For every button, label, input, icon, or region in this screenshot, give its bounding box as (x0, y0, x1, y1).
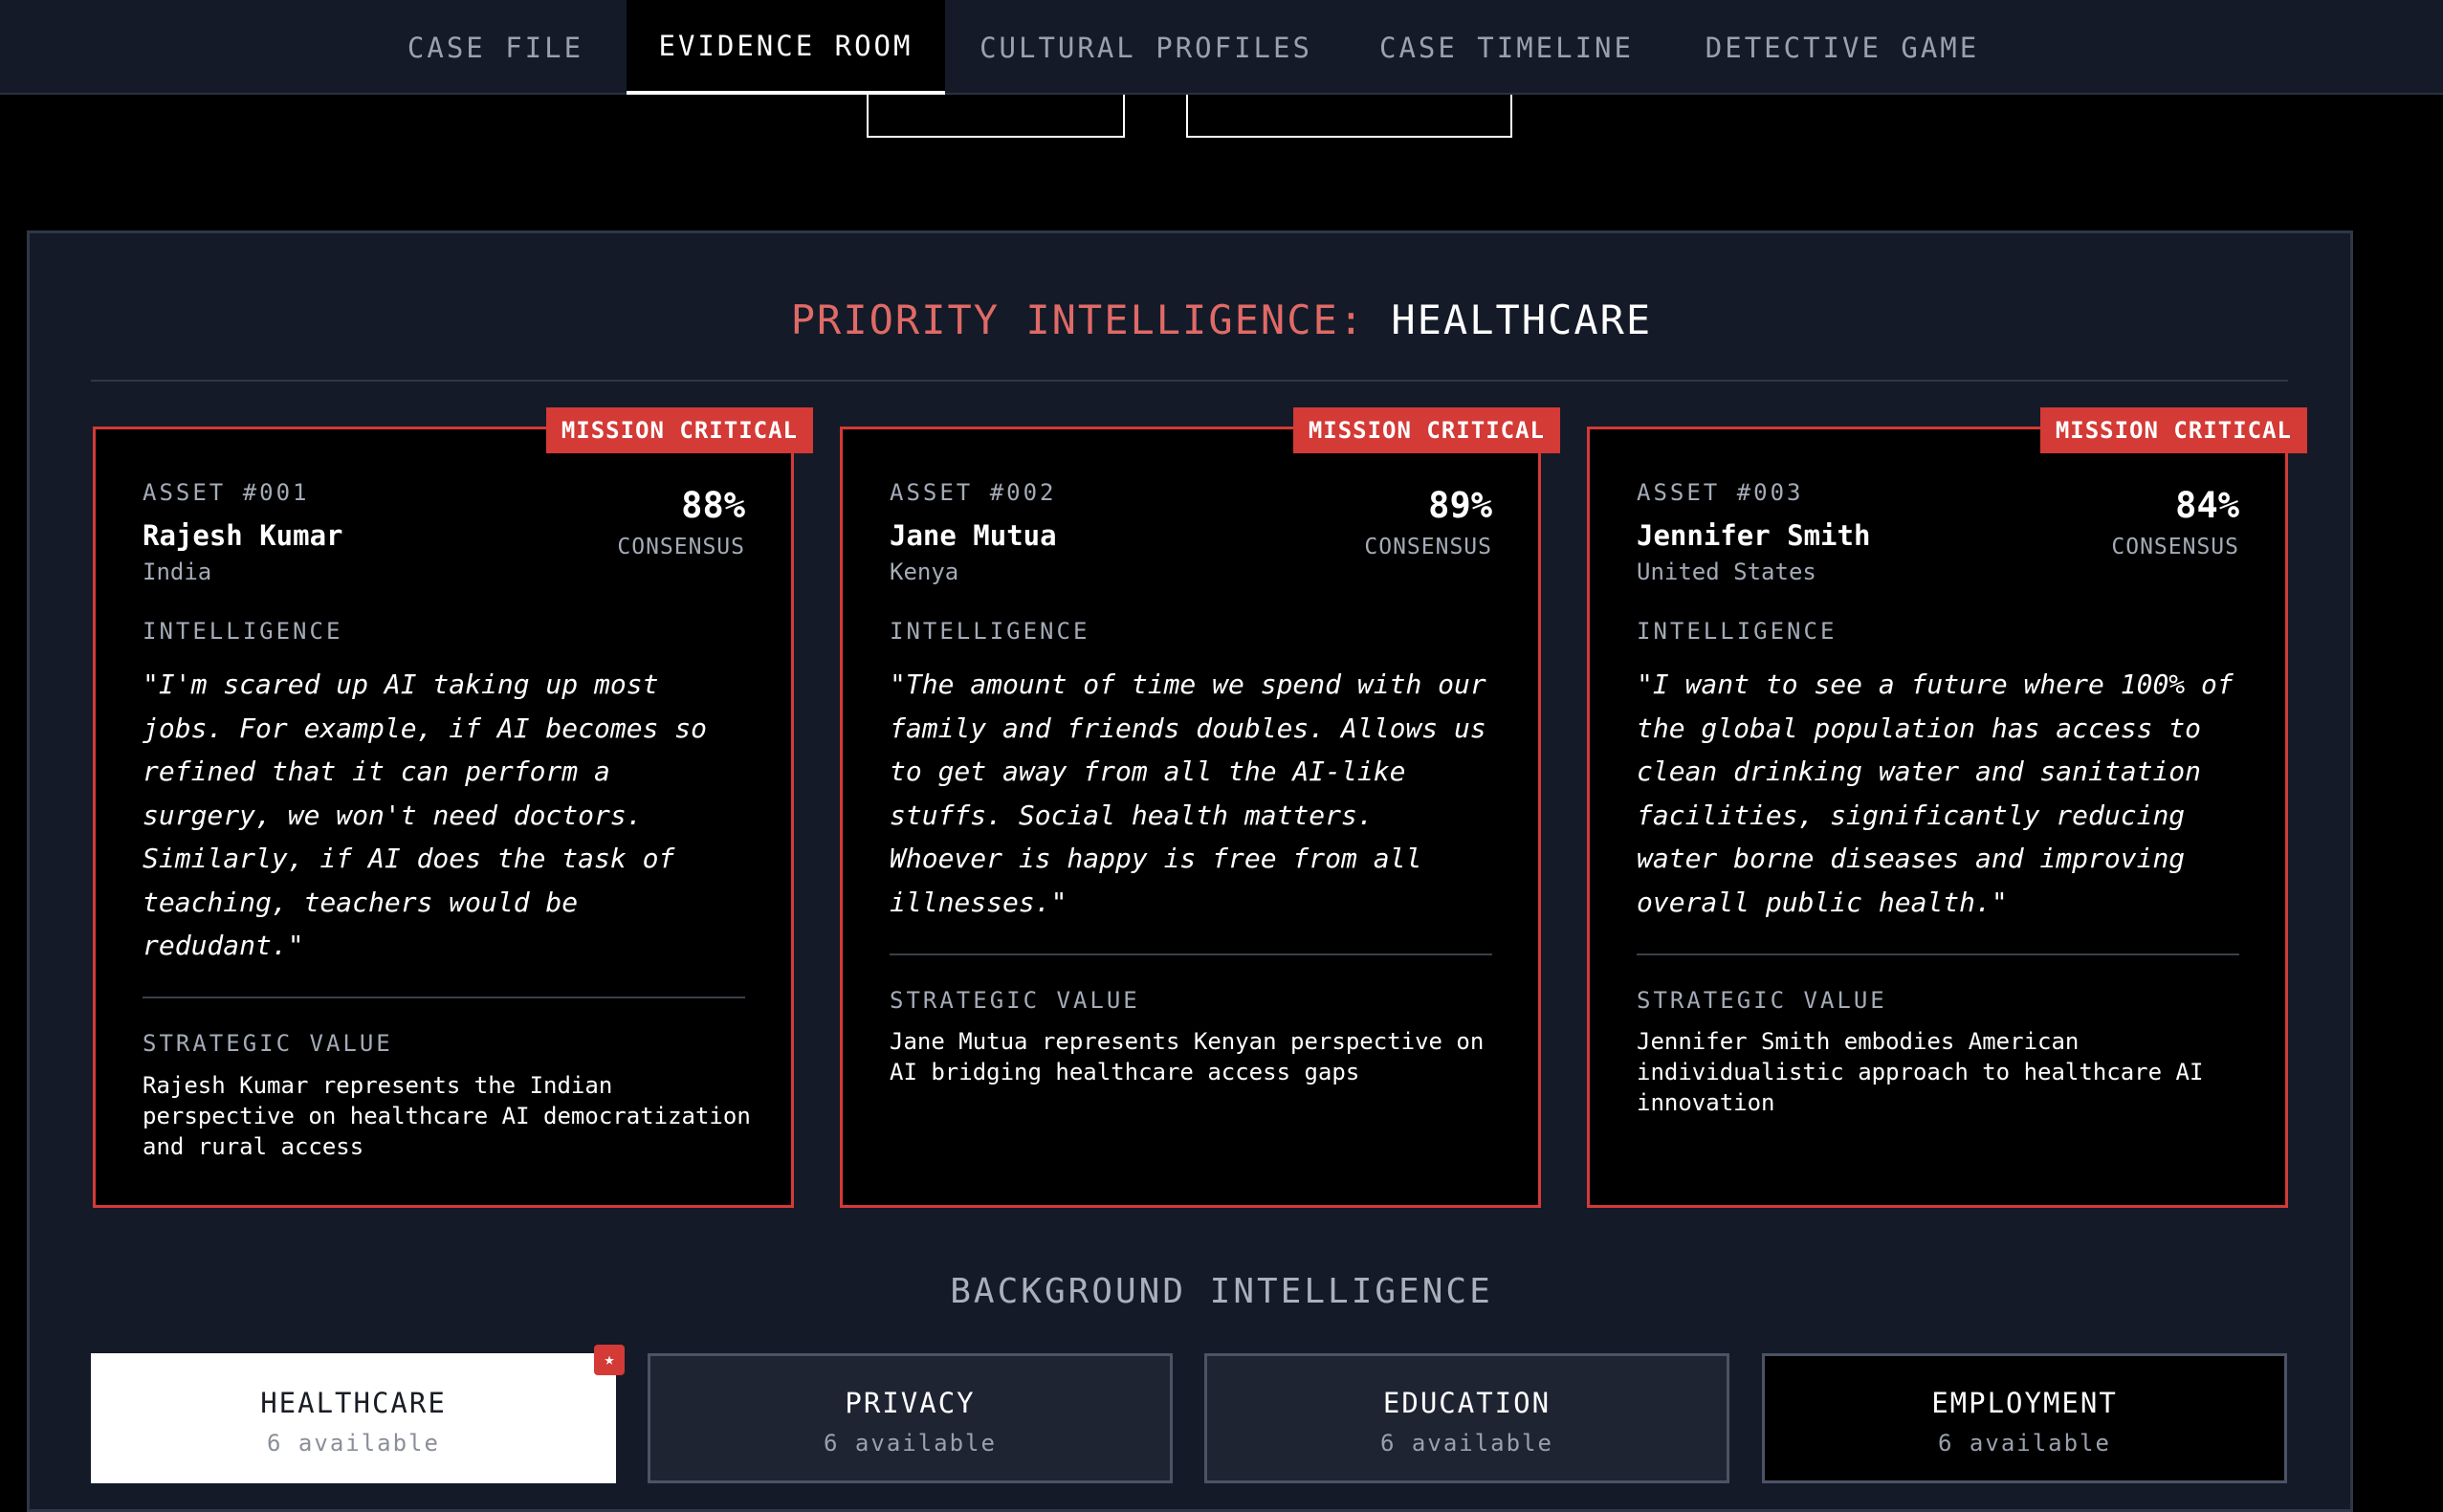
strategic-value-text: Jennifer Smith embodies American individ… (1637, 1028, 2204, 1116)
card-divider (890, 953, 1492, 955)
card-divider (1637, 953, 2239, 955)
asset-id: ASSET #002 (890, 479, 1057, 506)
intelligence-label: INTELLIGENCE (1637, 618, 1838, 645)
asset-country: United States (1637, 559, 1816, 585)
category-name: PRIVACY (845, 1387, 976, 1419)
consensus-percent: 84% (2175, 485, 2239, 526)
intelligence-quote: "I want to see a future where 100% of th… (1637, 668, 2234, 918)
category-privacy-button[interactable]: PRIVACY 6 available (648, 1353, 1173, 1483)
asset-country: Kenya (890, 559, 959, 585)
mission-critical-badge: MISSION CRITICAL (545, 407, 813, 453)
category-healthcare-button[interactable]: HEALTHCARE 6 available ★ (91, 1345, 625, 1483)
category-count: 6 available (267, 1430, 440, 1457)
strategic-value-label: STRATEGIC VALUE (890, 987, 1140, 1014)
strategic-value-text: Rajesh Kumar represents the Indian persp… (143, 1072, 751, 1160)
asset-id: ASSET #001 (143, 479, 310, 506)
background-intelligence-title: BACKGROUND INTELLIGENCE (950, 1272, 1493, 1311)
tab-case-timeline[interactable]: CASE TIMELINE (1371, 0, 1642, 95)
intelligence-label: INTELLIGENCE (143, 618, 343, 645)
tab-cultural-profiles[interactable]: CULTURAL PROFILES (979, 0, 1312, 95)
tab-evidence-room[interactable]: EVIDENCE ROOM (627, 0, 945, 95)
asset-card: MISSION CRITICAL ASSET #001 Rajesh Kumar… (93, 407, 813, 1208)
asset-id: ASSET #003 (1637, 479, 1804, 506)
category-employment-button[interactable]: EMPLOYMENT 6 available (1762, 1353, 2287, 1483)
asset-card: MISSION CRITICAL ASSET #002 Jane Mutua K… (840, 407, 1560, 1208)
strategic-value-label: STRATEGIC VALUE (143, 1030, 393, 1057)
intelligence-quote: "I'm scared up AI taking up most jobs. F… (143, 668, 708, 961)
strategic-value-label: STRATEGIC VALUE (1637, 987, 1887, 1014)
category-count: 6 available (1380, 1430, 1553, 1457)
category-name: EDUCATION (1382, 1387, 1552, 1419)
category-count: 6 available (1938, 1430, 2111, 1457)
strategic-value-text: Jane Mutua represents Kenyan perspective… (890, 1028, 1485, 1085)
tab-case-file[interactable]: CASE FILE (386, 0, 605, 95)
intelligence-label: INTELLIGENCE (890, 618, 1090, 645)
consensus-label: CONSENSUS (2111, 535, 2239, 559)
consensus-percent: 88% (681, 485, 745, 526)
partial-button-left[interactable] (867, 95, 1125, 138)
intelligence-quote: "The amount of time we spend with our fa… (890, 668, 1486, 918)
category-name: EMPLOYMENT (1931, 1387, 2118, 1419)
asset-name: Rajesh Kumar (143, 519, 343, 552)
section-divider (91, 380, 2288, 382)
star-icon: ★ (594, 1345, 625, 1375)
category-education-button[interactable]: EDUCATION 6 available (1204, 1353, 1729, 1483)
priority-prefix: PRIORITY INTELLIGENCE: (790, 296, 1366, 343)
consensus-label: CONSENSUS (617, 535, 745, 559)
category-count: 6 available (824, 1430, 997, 1457)
category-name: HEALTHCARE (260, 1387, 447, 1419)
asset-card: MISSION CRITICAL ASSET #003 Jennifer Smi… (1587, 407, 2307, 1208)
consensus-label: CONSENSUS (1364, 535, 1492, 559)
priority-intelligence-title: PRIORITY INTELLIGENCE: HEALTHCARE (0, 296, 2443, 343)
consensus-percent: 89% (1428, 485, 1492, 526)
partial-button-right[interactable] (1186, 95, 1512, 138)
mission-critical-badge: MISSION CRITICAL (2039, 407, 2307, 453)
priority-topic: HEALTHCARE (1391, 296, 1653, 343)
asset-name: Jane Mutua (890, 519, 1057, 552)
asset-country: India (143, 559, 212, 585)
tab-detective-game[interactable]: DETECTIVE GAME (1694, 0, 1991, 95)
asset-name: Jennifer Smith (1637, 519, 1871, 552)
card-divider (143, 997, 745, 998)
top-navigation: CASE FILE EVIDENCE ROOM CULTURAL PROFILE… (0, 0, 2443, 95)
mission-critical-badge: MISSION CRITICAL (1292, 407, 1560, 453)
